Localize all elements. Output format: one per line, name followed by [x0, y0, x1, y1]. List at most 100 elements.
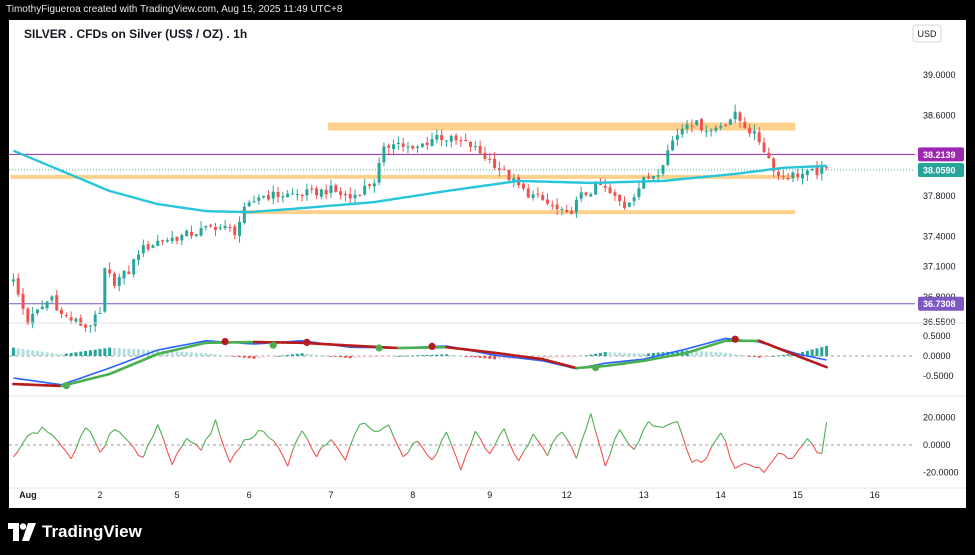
price-label-text-0: 38.2139: [923, 150, 956, 160]
macd-hist-4: [31, 350, 35, 356]
macd-hist-25: [132, 349, 136, 356]
candle-body-5: [35, 309, 39, 313]
time-tick-2: 5: [174, 490, 179, 500]
macd-hist-158: [772, 356, 776, 357]
macd-hist-49: [247, 356, 251, 359]
macd-hist-3: [26, 349, 30, 356]
macd-hist-159: [776, 355, 780, 357]
macd-hist-118: [579, 356, 583, 357]
candle-body-27: [141, 245, 145, 254]
macd-tick-1: 0.0000: [923, 351, 951, 361]
macd-hist-21: [112, 347, 116, 356]
candle-body-53: [266, 195, 270, 200]
candle-body-68: [339, 191, 343, 195]
macd-hist-58: [290, 354, 294, 356]
macd-hist-80: [396, 356, 400, 357]
osc-tick-1: 0.0000: [923, 440, 951, 450]
time-tick-7: 12: [562, 490, 572, 500]
candle-body-165: [805, 170, 809, 176]
candle-body-101: [497, 168, 501, 170]
chart-title: SILVER . CFDs on Silver (US$ / OZ) . 1h: [24, 27, 247, 41]
candle-body-20: [108, 269, 112, 274]
candle-body-30: [156, 240, 160, 247]
candle-body-55: [276, 192, 280, 198]
chart-background: [9, 20, 966, 508]
candle-body-35: [180, 235, 184, 241]
macd-hist-57: [286, 354, 290, 356]
macd-hist-86: [425, 354, 429, 356]
macd-hist-93: [459, 355, 463, 357]
candle-body-32: [165, 240, 169, 242]
macd-hist-61: [305, 353, 309, 356]
macd-hist-115: [565, 356, 569, 358]
candle-body-150: [733, 111, 737, 120]
macd-hist-10: [60, 354, 64, 356]
candle-body-82: [406, 146, 410, 148]
candle-body-78: [387, 145, 391, 148]
macd-hist-160: [781, 354, 785, 356]
macd-tick-2: -0.5000: [923, 371, 954, 381]
macd-hist-47: [238, 356, 242, 358]
candle-body-45: [228, 226, 232, 228]
macd-hist-48: [242, 356, 246, 358]
candle-body-34: [175, 236, 179, 241]
macd-hist-37: [189, 352, 193, 356]
macd-hist-19: [103, 348, 107, 356]
macd-cross-dot-5: [428, 342, 436, 350]
candle-body-11: [64, 315, 68, 317]
tradingview-logo-icon: [8, 523, 36, 541]
candle-body-152: [743, 121, 747, 129]
macd-slow-seg-169: [820, 364, 828, 369]
candle-body-63: [315, 188, 319, 196]
candle-body-129: [632, 197, 636, 202]
chart-area[interactable]: 39.0000 38.6000 37.8000 37.4000 37.1000 36.55…: [9, 20, 966, 508]
price-label-text-1: 38.0590: [923, 165, 956, 175]
candle-body-95: [469, 142, 473, 147]
tradingview-brand: TradingView: [42, 522, 142, 541]
price-tick-3: 37.4000: [923, 231, 956, 241]
price-tick-4: 37.1000: [923, 262, 956, 272]
candle-body-1: [16, 278, 20, 295]
macd-hist-52: [262, 356, 266, 358]
candle-body-91: [449, 135, 453, 142]
time-tick-9: 14: [716, 490, 726, 500]
tradingview-logo[interactable]: TradingView: [8, 518, 142, 546]
macd-hist-2: [21, 348, 25, 356]
macd-hist-75: [372, 356, 376, 358]
macd-hist-90: [444, 354, 448, 356]
macd-hist-15: [84, 350, 88, 356]
candle-body-126: [618, 194, 622, 202]
currency-button[interactable]: USD: [912, 24, 942, 43]
macd-hist-117: [574, 356, 578, 358]
macd-hist-46: [233, 356, 237, 357]
time-tick-3: 6: [247, 490, 252, 500]
macd-hist-9: [55, 353, 59, 356]
candle-body-89: [440, 135, 444, 141]
macd-hist-11: [64, 353, 68, 356]
candle-body-160: [781, 176, 785, 178]
price-tick-2: 37.8000: [923, 191, 956, 201]
candle-body-98: [483, 152, 487, 159]
price-label-text-2: 36.7308: [923, 299, 956, 309]
macd-hist-22: [117, 348, 121, 356]
candle-body-125: [613, 192, 617, 196]
macd-hist-7: [45, 352, 49, 356]
candle-body-25: [132, 259, 136, 275]
candle-body-112: [550, 204, 554, 206]
macd-hist-131: [642, 353, 646, 356]
macd-hist-119: [584, 355, 588, 357]
candle-body-103: [507, 170, 511, 181]
candle-body-81: [401, 143, 405, 147]
macd-hist-120: [589, 354, 593, 356]
macd-hist-150: [733, 354, 737, 356]
candle-body-96: [473, 146, 477, 148]
time-tick-5: 8: [410, 490, 415, 500]
chart-frame: TimothyFigueroa created with TradingView…: [0, 0, 975, 555]
candle-body-46: [233, 226, 237, 236]
candle-body-15: [84, 324, 88, 328]
candle-body-118: [579, 192, 583, 199]
candle-body-2: [21, 293, 25, 309]
time-tick-8: 13: [639, 490, 649, 500]
candle-body-24: [127, 271, 131, 275]
candle-body-143: [699, 119, 703, 131]
